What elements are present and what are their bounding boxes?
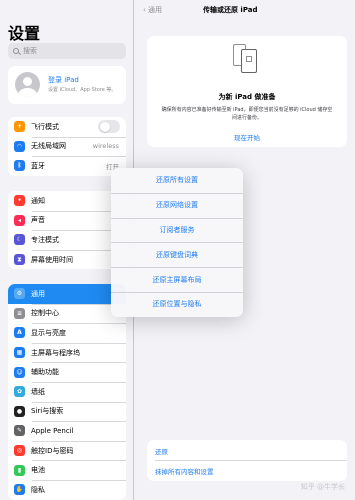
sidebar-item-label: Siri与搜索 (31, 407, 64, 416)
back-label: 通用 (148, 6, 163, 14)
gear-icon: ⚙ (14, 288, 25, 300)
sidebar-item-label: 屏幕使用时间 (31, 255, 73, 264)
sidebar-item-label: 通知 (31, 196, 45, 205)
sidebar-item-label: 通用 (31, 289, 45, 298)
reset-menu-item[interactable]: 还原所有设置 (111, 168, 243, 193)
sidebar-item[interactable]: ✋ 隐私 (8, 479, 126, 500)
search-icon (13, 48, 19, 54)
sidebar-item-label: 显示与亮度 (31, 328, 66, 337)
grid-icon: ▦ (14, 347, 25, 359)
erase-all-button[interactable]: 抹掉所有内容和设置 (155, 466, 214, 476)
settings-group-notifications: • 通知 ◂ 声音 ☾ 专注模式 ⧗ 屏幕使用时间 (8, 191, 126, 270)
reset-menu-item[interactable]: 还原网络设置 (111, 192, 243, 218)
sidebar-item[interactable]: ◂ 声音 (8, 210, 126, 231)
moon-icon: ☾ (14, 234, 25, 246)
devices-icon (233, 44, 261, 74)
reset-menu-item[interactable]: 还原位置与隐私 (111, 291, 243, 317)
back-button[interactable]: ‹ 通用 (143, 5, 162, 15)
sidebar-item[interactable]: ● Siri与搜索 (8, 401, 126, 422)
account-name: 登录 iPad (48, 76, 79, 84)
accessibility-icon: ☺ (14, 366, 25, 378)
bluetooth-icon: ᛒ (14, 160, 25, 172)
page-title: 传输或还原 iPad (203, 6, 258, 14)
reset-button[interactable]: 还原 (155, 446, 168, 456)
sidebar-item-label: 电池 (31, 466, 45, 475)
sidebar-item[interactable]: A 显示与亮度 (8, 323, 126, 343)
reset-menu: 还原所有设置 还原网络设置 订阅者服务 还原键盘词典 还原主屏幕布局 还原位置与隐私 (111, 168, 243, 317)
search-input[interactable]: 搜索 (8, 43, 126, 59)
sidebar-item[interactable]: ▮ 电池 (8, 460, 126, 480)
airplane-icon: ✈ (14, 121, 25, 133)
sidebar-item-label: 飞行模式 (31, 122, 59, 131)
sidebar-item-label: 声音 (31, 216, 45, 225)
sidebar-item[interactable]: ⚙ 通用 (8, 284, 126, 304)
sidebar-item-label: Apple Pencil (31, 426, 74, 435)
card-title: 为新 iPad 做准备 (218, 93, 276, 101)
get-started-link[interactable]: 现在开始 (147, 132, 347, 142)
hourglass-icon: ⧗ (14, 254, 25, 266)
bell-icon: • (14, 195, 25, 207)
avatar (15, 72, 40, 97)
sidebar-item-label: 专注模式 (31, 235, 59, 244)
sidebar-item-label: 蓝牙 (31, 161, 45, 170)
sidebar-item-label: 墙纸 (31, 387, 45, 396)
sidebar-item[interactable]: ≡ 控制中心 (8, 303, 126, 324)
airplane-mode-toggle[interactable] (98, 120, 120, 134)
sidebar-item-label: 控制中心 (31, 309, 59, 318)
settings-group-connectivity: ✈ 飞行模式 ◠ 无线局域网 wireless ᛒ 蓝牙 打开 (8, 117, 126, 176)
card-description: 确保所有内容已准备好传输至新 iPad，即便您当前没有足够的 iCloud 储存… (161, 107, 333, 121)
sidebar-item-value: wireless (92, 142, 119, 151)
account-row[interactable]: 登录 iPad 设置 iCloud、App Store 等。 (8, 66, 126, 104)
sidebar-item-label: 无线局域网 (31, 142, 66, 151)
sidebar-item[interactable]: ✎ Apple Pencil (8, 421, 126, 441)
reset-menu-item[interactable]: 还原键盘词典 (111, 242, 243, 267)
sidebar-item[interactable]: ▦ 主屏幕与程序坞 (8, 342, 126, 363)
text-size-icon: A (14, 327, 25, 339)
pencil-icon: ✎ (14, 425, 25, 437)
search-placeholder: 搜索 (23, 47, 37, 55)
switches-icon: ≡ (14, 307, 25, 319)
hand-icon: ✋ (14, 484, 25, 496)
sidebar-item[interactable]: ◎ 触控ID与密码 (8, 440, 126, 461)
sidebar-item[interactable]: ☺ 辅助功能 (8, 362, 126, 382)
sidebar-item[interactable]: ✈ 飞行模式 (8, 117, 126, 137)
reset-card: 还原 抹掉所有内容和设置 (147, 440, 347, 481)
sidebar-title: 设置 (8, 24, 41, 43)
sidebar-item-label: 辅助功能 (31, 368, 59, 377)
sidebar-item[interactable]: ⧗ 屏幕使用时间 (8, 249, 126, 270)
prepare-card: 为新 iPad 做准备 确保所有内容已准备好传输至新 iPad，即便您当前没有足… (147, 36, 347, 147)
fingerprint-icon: ◎ (14, 445, 25, 457)
sidebar-item[interactable]: ᛒ 蓝牙 打开 (8, 156, 126, 176)
account-subtitle: 设置 iCloud、App Store 等。 (48, 87, 117, 93)
siri-icon: ● (14, 405, 25, 417)
sidebar-item-label: 隐私 (31, 485, 45, 494)
sidebar-item[interactable]: ◠ 无线局域网 wireless (8, 136, 126, 157)
flower-icon: ✿ (14, 386, 25, 398)
sidebar-item-label: 触控ID与密码 (31, 446, 74, 455)
wifi-icon: ◠ (14, 140, 25, 152)
reset-menu-item[interactable]: 还原主屏幕布局 (111, 267, 243, 292)
watermark: 知乎 @牛学长 (300, 483, 345, 491)
reset-menu-item[interactable]: 订阅者服务 (111, 217, 243, 243)
sidebar-item[interactable]: ☾ 专注模式 (8, 230, 126, 250)
sidebar-item[interactable]: • 通知 (8, 191, 126, 211)
settings-group-general: ⚙ 通用 ≡ 控制中心 A 显示与亮度 ▦ 主屏幕与程序坞 ☺ 辅助功能 ✿ 墙纸 ● Siri与搜索 ✎ A… (8, 284, 126, 500)
divider (155, 460, 347, 461)
speaker-icon: ◂ (14, 214, 25, 226)
sidebar-item[interactable]: ✿ 墙纸 (8, 381, 126, 402)
battery-icon: ▮ (14, 464, 25, 476)
sidebar-item-label: 主屏幕与程序坞 (31, 348, 80, 357)
